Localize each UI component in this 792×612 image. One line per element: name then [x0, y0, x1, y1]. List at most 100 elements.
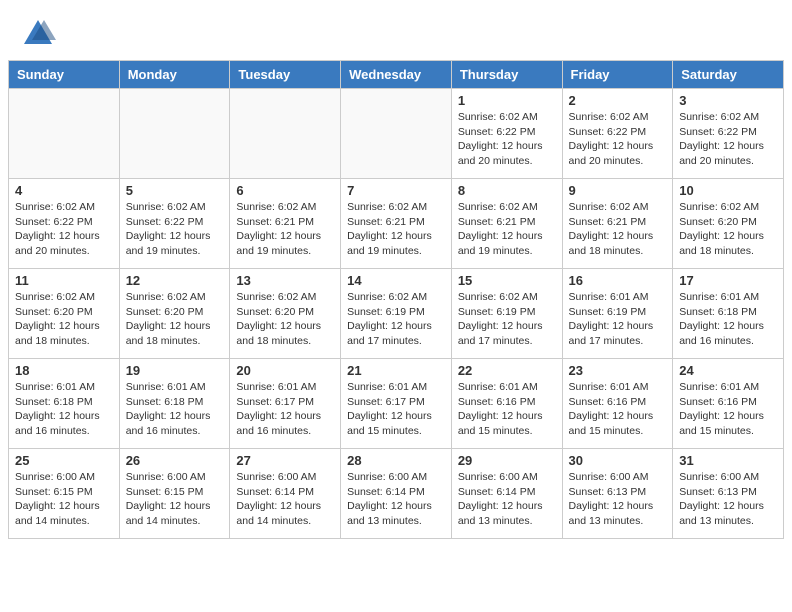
- day-number: 22: [458, 363, 556, 378]
- calendar-cell: 21 Sunrise: 6:01 AM Sunset: 6:17 PM Dayli…: [341, 359, 452, 449]
- day-number: 23: [569, 363, 667, 378]
- day-info: Sunrise: 6:01 AM Sunset: 6:16 PM Dayligh…: [679, 380, 777, 439]
- calendar-week-row: 11 Sunrise: 6:02 AM Sunset: 6:20 PM Dayli…: [9, 269, 784, 359]
- day-number: 18: [15, 363, 113, 378]
- day-number: 27: [236, 453, 334, 468]
- day-info: Sunrise: 6:02 AM Sunset: 6:22 PM Dayligh…: [126, 200, 224, 259]
- calendar-week-row: 4 Sunrise: 6:02 AM Sunset: 6:22 PM Daylig…: [9, 179, 784, 269]
- day-info: Sunrise: 6:02 AM Sunset: 6:19 PM Dayligh…: [347, 290, 445, 349]
- day-number: 5: [126, 183, 224, 198]
- day-info: Sunrise: 6:01 AM Sunset: 6:17 PM Dayligh…: [347, 380, 445, 439]
- weekday-header-thursday: Thursday: [451, 61, 562, 89]
- calendar-wrapper: SundayMondayTuesdayWednesdayThursdayFrid…: [0, 60, 792, 547]
- calendar-cell: 3 Sunrise: 6:02 AM Sunset: 6:22 PM Daylig…: [673, 89, 784, 179]
- calendar-cell: 15Sunrise: 6:02 AM Sunset: 6:19 PM Dayli…: [451, 269, 562, 359]
- day-number: 10: [679, 183, 777, 198]
- day-number: 31: [679, 453, 777, 468]
- calendar-cell: [341, 89, 452, 179]
- calendar-cell: 1 Sunrise: 6:02 AM Sunset: 6:22 PM Daylig…: [451, 89, 562, 179]
- calendar-cell: 10 Sunrise: 6:02 AM Sunset: 6:20 PM Dayli…: [673, 179, 784, 269]
- day-number: 11: [15, 273, 113, 288]
- day-number: 13: [236, 273, 334, 288]
- calendar-cell: 20 Sunrise: 6:01 AM Sunset: 6:17 PM Dayli…: [230, 359, 341, 449]
- day-number: 3: [679, 93, 777, 108]
- calendar-cell: 24 Sunrise: 6:01 AM Sunset: 6:16 PM Dayli…: [673, 359, 784, 449]
- day-info: Sunrise: 6:02 AM Sunset: 6:21 PM Dayligh…: [458, 200, 556, 259]
- calendar-cell: [230, 89, 341, 179]
- day-info: Sunrise: 6:02 AM Sunset: 6:22 PM Dayligh…: [15, 200, 113, 259]
- day-number: 26: [126, 453, 224, 468]
- calendar-cell: 31 Sunrise: 6:00 AM Sunset: 6:13 PM Dayli…: [673, 449, 784, 539]
- calendar-cell: 6Sunrise: 6:02 AM Sunset: 6:21 PM Daylig…: [230, 179, 341, 269]
- day-number: 2: [569, 93, 667, 108]
- calendar-cell: 9 Sunrise: 6:02 AM Sunset: 6:21 PM Daylig…: [562, 179, 673, 269]
- calendar-cell: 13 Sunrise: 6:02 AM Sunset: 6:20 PM Dayli…: [230, 269, 341, 359]
- calendar-cell: 29Sunrise: 6:00 AM Sunset: 6:14 PM Dayli…: [451, 449, 562, 539]
- day-number: 4: [15, 183, 113, 198]
- calendar-table: SundayMondayTuesdayWednesdayThursdayFrid…: [8, 60, 784, 539]
- day-info: Sunrise: 6:00 AM Sunset: 6:14 PM Dayligh…: [347, 470, 445, 529]
- logo: [20, 16, 60, 52]
- calendar-cell: 22 Sunrise: 6:01 AM Sunset: 6:16 PM Dayli…: [451, 359, 562, 449]
- day-info: Sunrise: 6:01 AM Sunset: 6:17 PM Dayligh…: [236, 380, 334, 439]
- day-info: Sunrise: 6:02 AM Sunset: 6:21 PM Dayligh…: [569, 200, 667, 259]
- day-info: Sunrise: 6:02 AM Sunset: 6:20 PM Dayligh…: [679, 200, 777, 259]
- calendar-cell: 12Sunrise: 6:02 AM Sunset: 6:20 PM Dayli…: [119, 269, 230, 359]
- day-info: Sunrise: 6:00 AM Sunset: 6:15 PM Dayligh…: [126, 470, 224, 529]
- calendar-cell: 23Sunrise: 6:01 AM Sunset: 6:16 PM Dayli…: [562, 359, 673, 449]
- day-info: Sunrise: 6:01 AM Sunset: 6:18 PM Dayligh…: [126, 380, 224, 439]
- calendar-cell: 17 Sunrise: 6:01 AM Sunset: 6:18 PM Dayli…: [673, 269, 784, 359]
- calendar-cell: 8 Sunrise: 6:02 AM Sunset: 6:21 PM Daylig…: [451, 179, 562, 269]
- day-info: Sunrise: 6:02 AM Sunset: 6:22 PM Dayligh…: [569, 110, 667, 169]
- day-number: 17: [679, 273, 777, 288]
- weekday-header-row: SundayMondayTuesdayWednesdayThursdayFrid…: [9, 61, 784, 89]
- day-info: Sunrise: 6:00 AM Sunset: 6:13 PM Dayligh…: [569, 470, 667, 529]
- calendar-cell: 14 Sunrise: 6:02 AM Sunset: 6:19 PM Dayli…: [341, 269, 452, 359]
- calendar-cell: 25 Sunrise: 6:00 AM Sunset: 6:15 PM Dayli…: [9, 449, 120, 539]
- day-number: 21: [347, 363, 445, 378]
- day-number: 7: [347, 183, 445, 198]
- day-number: 14: [347, 273, 445, 288]
- day-info: Sunrise: 6:02 AM Sunset: 6:21 PM Dayligh…: [347, 200, 445, 259]
- calendar-cell: 16 Sunrise: 6:01 AM Sunset: 6:19 PM Dayli…: [562, 269, 673, 359]
- day-number: 25: [15, 453, 113, 468]
- day-info: Sunrise: 6:00 AM Sunset: 6:14 PM Dayligh…: [236, 470, 334, 529]
- day-info: Sunrise: 6:02 AM Sunset: 6:21 PM Dayligh…: [236, 200, 334, 259]
- day-info: Sunrise: 6:00 AM Sunset: 6:14 PM Dayligh…: [458, 470, 556, 529]
- day-number: 20: [236, 363, 334, 378]
- day-info: Sunrise: 6:01 AM Sunset: 6:18 PM Dayligh…: [679, 290, 777, 349]
- calendar-cell: 2 Sunrise: 6:02 AM Sunset: 6:22 PM Daylig…: [562, 89, 673, 179]
- day-number: 19: [126, 363, 224, 378]
- day-info: Sunrise: 6:02 AM Sunset: 6:22 PM Dayligh…: [679, 110, 777, 169]
- day-info: Sunrise: 6:00 AM Sunset: 6:15 PM Dayligh…: [15, 470, 113, 529]
- calendar-week-row: 1 Sunrise: 6:02 AM Sunset: 6:22 PM Daylig…: [9, 89, 784, 179]
- day-number: 16: [569, 273, 667, 288]
- weekday-header-saturday: Saturday: [673, 61, 784, 89]
- calendar-cell: 26 Sunrise: 6:00 AM Sunset: 6:15 PM Dayli…: [119, 449, 230, 539]
- day-number: 1: [458, 93, 556, 108]
- day-number: 24: [679, 363, 777, 378]
- day-info: Sunrise: 6:01 AM Sunset: 6:16 PM Dayligh…: [458, 380, 556, 439]
- day-info: Sunrise: 6:02 AM Sunset: 6:19 PM Dayligh…: [458, 290, 556, 349]
- calendar-cell: 5 Sunrise: 6:02 AM Sunset: 6:22 PM Daylig…: [119, 179, 230, 269]
- day-info: Sunrise: 6:02 AM Sunset: 6:22 PM Dayligh…: [458, 110, 556, 169]
- calendar-cell: [119, 89, 230, 179]
- day-number: 9: [569, 183, 667, 198]
- day-number: 28: [347, 453, 445, 468]
- day-info: Sunrise: 6:02 AM Sunset: 6:20 PM Dayligh…: [236, 290, 334, 349]
- weekday-header-monday: Monday: [119, 61, 230, 89]
- calendar-week-row: 18 Sunrise: 6:01 AM Sunset: 6:18 PM Dayli…: [9, 359, 784, 449]
- calendar-cell: 28 Sunrise: 6:00 AM Sunset: 6:14 PM Dayli…: [341, 449, 452, 539]
- day-info: Sunrise: 6:00 AM Sunset: 6:13 PM Dayligh…: [679, 470, 777, 529]
- day-info: Sunrise: 6:02 AM Sunset: 6:20 PM Dayligh…: [126, 290, 224, 349]
- day-info: Sunrise: 6:01 AM Sunset: 6:19 PM Dayligh…: [569, 290, 667, 349]
- calendar-cell: [9, 89, 120, 179]
- day-info: Sunrise: 6:02 AM Sunset: 6:20 PM Dayligh…: [15, 290, 113, 349]
- weekday-header-friday: Friday: [562, 61, 673, 89]
- day-number: 30: [569, 453, 667, 468]
- day-number: 8: [458, 183, 556, 198]
- logo-icon: [20, 16, 56, 52]
- calendar-cell: 19 Sunrise: 6:01 AM Sunset: 6:18 PM Dayli…: [119, 359, 230, 449]
- day-info: Sunrise: 6:01 AM Sunset: 6:18 PM Dayligh…: [15, 380, 113, 439]
- calendar-cell: 18 Sunrise: 6:01 AM Sunset: 6:18 PM Dayli…: [9, 359, 120, 449]
